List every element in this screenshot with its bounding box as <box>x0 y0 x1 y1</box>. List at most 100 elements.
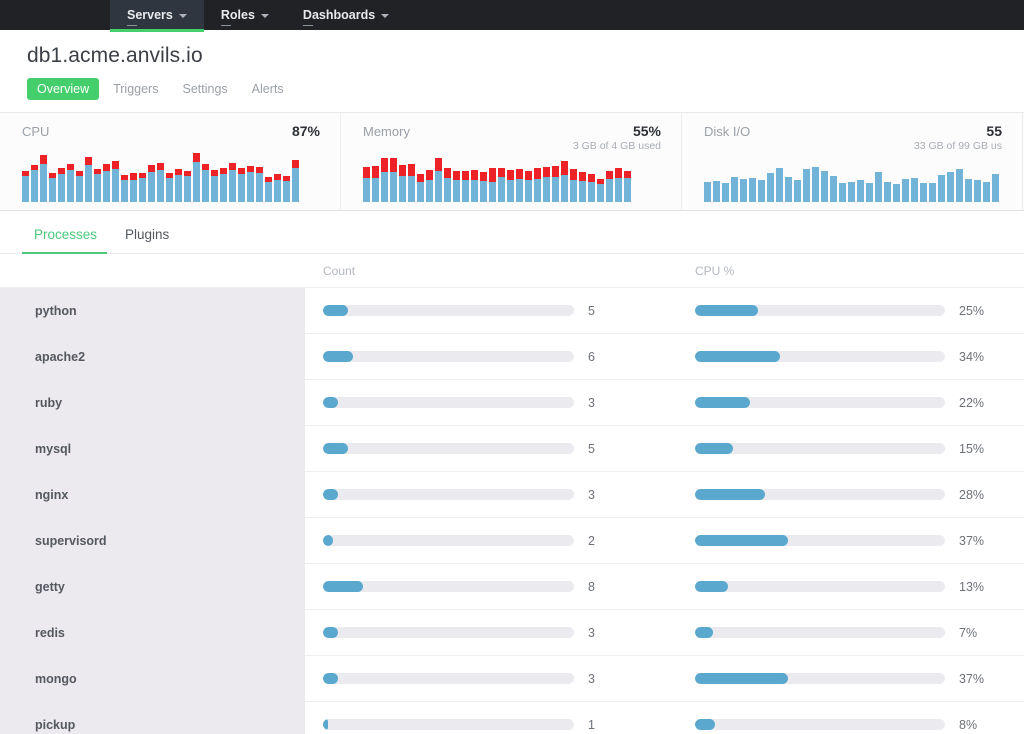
table-row[interactable]: nginx328% <box>0 472 1024 518</box>
count-value: 2 <box>588 534 628 548</box>
count-bar-fill <box>323 719 328 730</box>
table-row[interactable]: python525% <box>0 288 1024 334</box>
count-bar-track <box>323 489 574 500</box>
sparkline-bar-peak <box>552 166 559 177</box>
count-bar-fill <box>323 535 333 546</box>
sparkline-bar-base <box>812 167 819 202</box>
sparkline-bar-base <box>983 182 990 202</box>
count-bar: 3 <box>305 396 685 410</box>
subtab-triggers[interactable]: Triggers <box>103 78 168 100</box>
nav-item-dashboards[interactable]: Dashboards <box>286 0 406 30</box>
count-value: 5 <box>588 304 628 318</box>
count-bar-track <box>323 581 574 592</box>
sparkline-bar-peak <box>462 171 469 180</box>
sparkline-bar <box>956 169 963 202</box>
sparkline-bar-base <box>624 178 631 202</box>
cpu-bar-track <box>695 719 945 730</box>
sparkline-bar-base <box>785 177 792 202</box>
sparkline-bar <box>920 183 927 202</box>
sparkline-bar <box>381 158 388 202</box>
sparkline-bar-peak <box>426 170 433 180</box>
process-name-cell: mongo <box>0 656 305 702</box>
sparkline-bar-base <box>85 165 92 202</box>
tab-plugins[interactable]: Plugins <box>113 227 185 253</box>
table-row[interactable]: mongo337% <box>0 656 1024 702</box>
sparkline-bar-base <box>247 172 254 202</box>
table-row[interactable]: mysql515% <box>0 426 1024 472</box>
sparkline-bar-base <box>229 170 236 202</box>
metric-panel-memory[interactable]: Memory55%3 GB of 4 GB used <box>341 113 682 210</box>
sparkline-bar-base <box>794 180 801 202</box>
table-row[interactable]: redis37% <box>0 610 1024 656</box>
count-bar-track <box>323 443 574 454</box>
sparkline-bar <box>857 180 864 202</box>
sparkline-bar-base <box>462 180 469 202</box>
sparkline-bar-base <box>274 180 281 202</box>
sparkline-bar <box>471 170 478 202</box>
sparkline-bar-base <box>552 177 559 202</box>
column-header-count: Count <box>323 264 355 278</box>
metric-panel-cpu[interactable]: CPU87% <box>0 113 341 210</box>
sparkline-bar <box>507 170 514 202</box>
sparkline-bar-peak <box>561 161 568 175</box>
sparkline-bar-base <box>713 181 720 202</box>
count-bar: 3 <box>305 626 685 640</box>
subtab-settings[interactable]: Settings <box>172 78 237 100</box>
table-row[interactable]: supervisord237% <box>0 518 1024 564</box>
sparkline-bar-base <box>758 180 765 202</box>
sparkline-bar-base <box>588 182 595 202</box>
count-value: 3 <box>588 396 628 410</box>
sparkline-bar-peak <box>103 164 110 171</box>
sparkline-bar-base <box>453 180 460 202</box>
cpu-bar: 25% <box>685 304 1024 318</box>
subtab-alerts[interactable]: Alerts <box>242 78 294 100</box>
table-row[interactable]: pickup18% <box>0 702 1024 734</box>
sparkline-bar <box>983 182 990 202</box>
sparkline-bar-base <box>839 183 846 202</box>
nav-item-roles[interactable]: Roles <box>204 0 286 30</box>
count-bar-fill <box>323 581 363 592</box>
sparkline-bar-base <box>381 172 388 202</box>
sparkline-bar-peak <box>525 171 532 180</box>
count-bar: 8 <box>305 580 685 594</box>
sparkline-bar <box>803 169 810 202</box>
process-name-cell: ruby <box>0 380 305 426</box>
sparkline-bar <box>731 177 738 202</box>
sparkline-bar-base <box>543 177 550 202</box>
cpu-value: 8% <box>959 718 999 732</box>
cpu-bar: 13% <box>685 580 1024 594</box>
count-bar-fill <box>323 627 338 638</box>
cpu-bar-fill <box>695 397 750 408</box>
process-name-cell: mysql <box>0 426 305 472</box>
cpu-value: 15% <box>959 442 999 456</box>
process-name-cell: supervisord <box>0 518 305 564</box>
sparkline-bar-peak <box>363 167 370 178</box>
sparkline-bar <box>184 171 191 202</box>
table-row[interactable]: getty813% <box>0 564 1024 610</box>
metrics-panel-row: CPU87%Memory55%3 GB of 4 GB usedDisk I/O… <box>0 112 1024 211</box>
sparkline-bar <box>785 177 792 202</box>
chevron-down-icon <box>381 14 389 18</box>
sparkline-bar-peak <box>588 174 595 182</box>
header-cell-count: Count <box>305 262 685 280</box>
sparkline-bar-base <box>94 174 101 202</box>
sparkline-bar-peak <box>498 168 505 177</box>
sparkline-bar-base <box>435 171 442 202</box>
sparkline-bar-base <box>175 175 182 202</box>
sparkline-bar <box>453 171 460 202</box>
tab-processes[interactable]: Processes <box>22 227 113 253</box>
metric-sublabel: 33 GB of 99 GB us <box>704 140 1002 152</box>
metric-panel-disk-i-o[interactable]: Disk I/O5533 GB of 99 GB us <box>682 113 1023 210</box>
cpu-bar-fill <box>695 719 715 730</box>
sparkline-bar <box>992 174 999 202</box>
sparkline-bar-base <box>525 180 532 202</box>
sparkline-bar <box>22 171 29 202</box>
subtab-overview[interactable]: Overview <box>27 78 99 100</box>
sparkline-bar-peak <box>444 168 451 178</box>
table-row[interactable]: ruby322% <box>0 380 1024 426</box>
count-bar: 1 <box>305 718 685 732</box>
table-row[interactable]: apache2634% <box>0 334 1024 380</box>
nav-item-servers[interactable]: Servers <box>110 0 204 30</box>
cpu-bar-fill <box>695 581 728 592</box>
metric-percent: 55% <box>633 123 661 139</box>
